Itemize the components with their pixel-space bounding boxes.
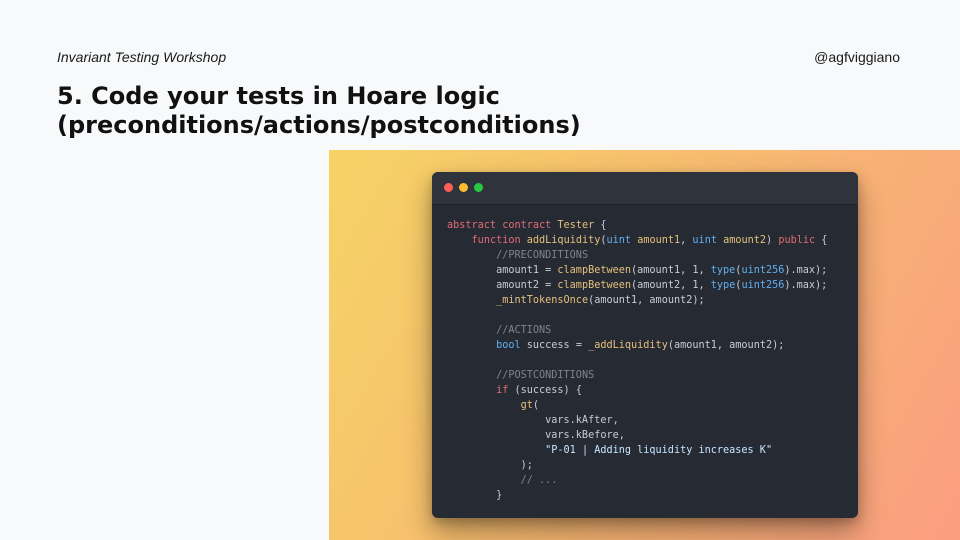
code-line: if (success) { [447,383,827,398]
slide-title-line-1: 5. Code your tests in Hoare logic [57,82,500,110]
code-line: amount1 = clampBetween(amount1, 1, type(… [447,263,827,278]
code-token: //POSTCONDITIONS [496,370,595,381]
code-token: clampBetween [557,280,632,291]
code-token: , [680,235,693,246]
code-token: } [447,490,503,501]
code-token: amount1 = [447,265,558,276]
window-minimize-dot-icon [459,183,468,192]
code-line: amount2 = clampBetween(amount2, 1, type(… [447,278,827,293]
gradient-background-panel: abstract contract Tester { function addL… [329,150,960,540]
code-token: (amount2, 1, [631,280,711,291]
code-token: vars.kAfter, [447,415,619,426]
code-line: //ACTIONS [447,323,827,338]
code-block: abstract contract Tester { function addL… [447,218,827,503]
code-line: gt( [447,398,827,413]
code-token: type [710,265,736,276]
code-token: amount1 [637,235,681,246]
code-token: ).max); [784,265,828,276]
code-line: abstract contract Tester { [447,218,827,233]
code-line: ); [447,458,827,473]
author-handle: @agfviggiano [814,49,900,65]
code-token: uint256 [741,280,785,291]
code-token: // ... [520,475,558,486]
slide-title: 5. Code your tests in Hoare logic (preco… [57,82,757,140]
code-line: vars.kAfter, [447,413,827,428]
code-line: vars.kBefore, [447,428,827,443]
code-token: amount2 = [447,280,558,291]
code-token: //PRECONDITIONS [496,250,589,261]
code-token: amount2 [723,235,767,246]
code-token: (amount1, amount2); [667,340,785,351]
window-close-dot-icon [444,183,453,192]
workshop-label: Invariant Testing Workshop [57,49,227,65]
code-line: //POSTCONDITIONS [447,368,827,383]
code-line: "P-01 | Adding liquidity increases K" [447,443,827,458]
code-token: function [471,235,521,246]
code-token: uint [606,235,632,246]
code-token: (amount1, amount2); [588,295,705,306]
code-token: _mintTokensOnce [496,295,589,306]
code-token: Tester [557,220,595,231]
code-token: { [815,235,828,246]
code-token: uint256 [741,265,785,276]
code-token: _addLiquidity [588,340,668,351]
code-token: abstract contract [447,220,552,231]
code-line: bool success = _addLiquidity(amount1, am… [447,338,827,353]
code-token: //ACTIONS [496,325,552,336]
code-line: } [447,488,827,503]
code-token: public [778,235,816,246]
window-titlebar [432,172,858,205]
code-line: _mintTokensOnce(amount1, amount2); [447,293,827,308]
code-line: //PRECONDITIONS [447,248,827,263]
code-token: ).max); [784,280,828,291]
code-token: vars.kBefore, [447,430,625,441]
code-editor-window: abstract contract Tester { function addL… [432,172,858,518]
code-token: (success) { [508,385,582,396]
code-token: clampBetween [557,265,632,276]
code-token: "P-01 | Adding liquidity increases K" [545,445,773,456]
code-token: addLiquidity [526,235,601,246]
code-token: ); [447,460,533,471]
code-token: bool [496,340,521,351]
code-token: ) [766,235,779,246]
code-line: // ... [447,473,827,488]
code-token: if [496,385,509,396]
code-token: uint [692,235,717,246]
slide-title-line-2: (preconditions/actions/postconditions) [57,111,581,139]
code-token: { [594,220,607,231]
window-maximize-dot-icon [474,183,483,192]
code-token: gt [520,400,533,411]
code-token: type [710,280,736,291]
code-token: (amount1, 1, [631,265,711,276]
code-token: ( [532,400,540,411]
code-line: function addLiquidity(uint amount1, uint… [447,233,828,248]
code-token: success = [520,340,589,351]
